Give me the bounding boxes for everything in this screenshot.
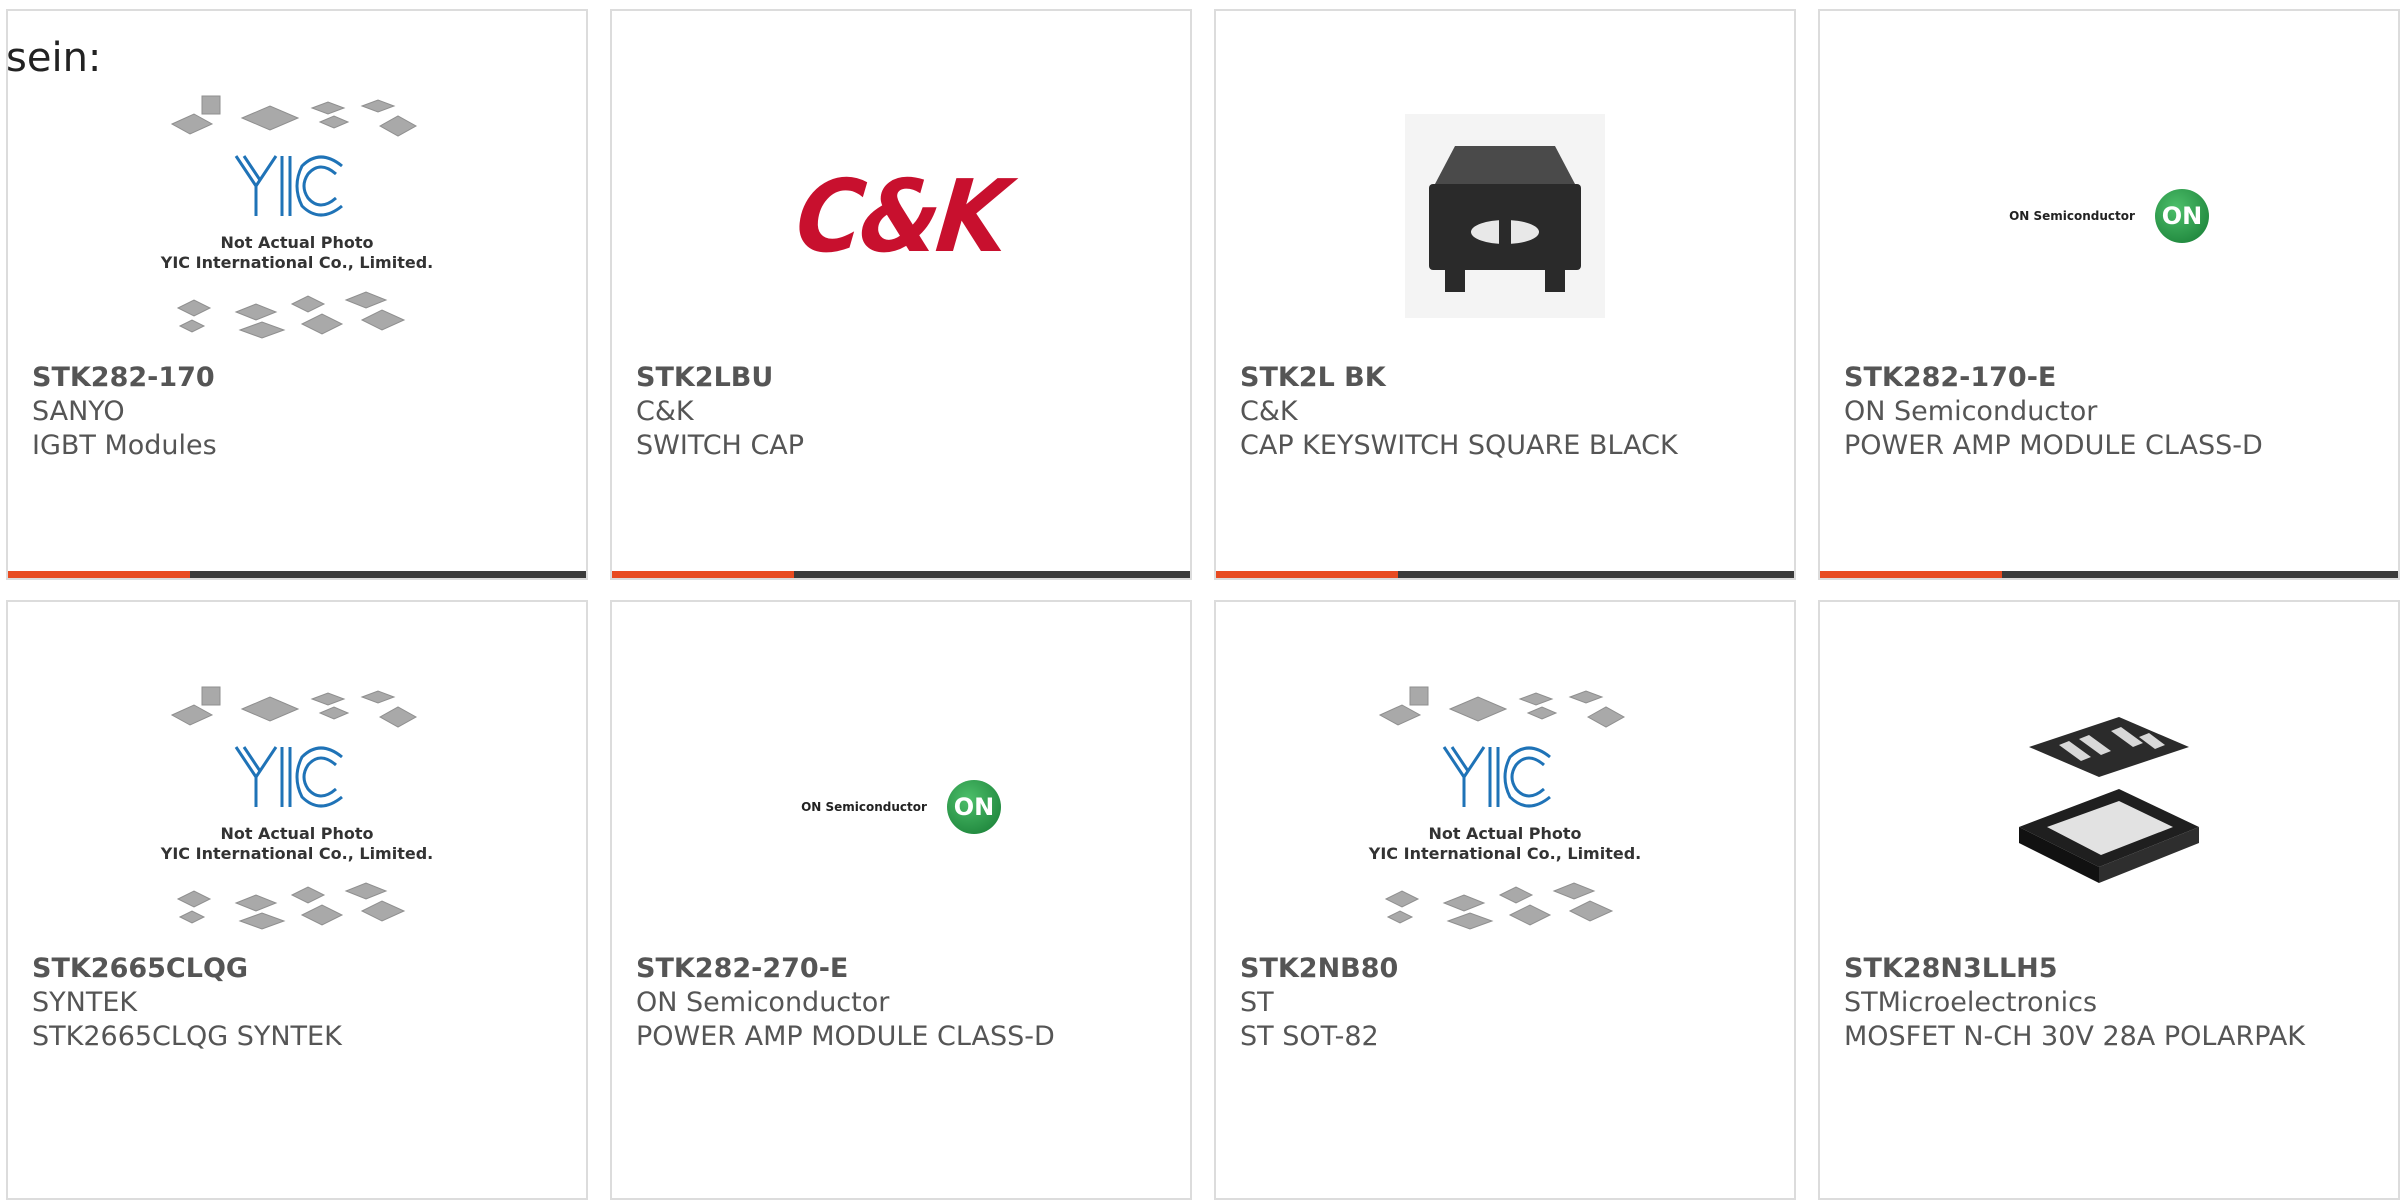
product-card[interactable]: Not Actual Photo YIC International Co., …	[1214, 600, 1796, 1200]
yic-not-actual-photo-icon: Not Actual Photo YIC International Co., …	[160, 95, 433, 339]
product-card[interactable]: ON Semiconductor ON STK282-170-E ON Semi…	[1818, 9, 2400, 580]
card-bottom-bar	[8, 571, 586, 578]
manufacturer: ON Semiconductor	[636, 987, 890, 1018]
product-image[interactable]: C&K	[612, 71, 1190, 361]
product-image[interactable]: ON Semiconductor ON	[1820, 71, 2398, 361]
product-image[interactable]: Not Actual Photo YIC International Co., …	[8, 71, 586, 361]
ck-logo-icon: C&K	[790, 157, 1012, 275]
description: ST SOT-82	[1240, 1021, 1379, 1052]
part-number[interactable]: STK2665CLQG	[32, 952, 570, 986]
image-caption-line2: YIC International Co., Limited.	[160, 844, 433, 863]
part-number[interactable]: STK2NB80	[1240, 952, 1778, 986]
description: STK2665CLQG SYNTEK	[32, 1021, 342, 1052]
card-bottom-bar	[1820, 571, 2398, 578]
product-image[interactable]: Not Actual Photo YIC International Co., …	[1216, 662, 1794, 952]
image-caption-line1: Not Actual Photo	[220, 824, 373, 843]
product-image[interactable]	[1216, 71, 1794, 361]
accent-bar	[1216, 571, 1398, 578]
part-number[interactable]: STK28N3LLH5	[1844, 952, 2382, 986]
product-card[interactable]: Not Actual Photo YIC International Co., …	[6, 600, 588, 1200]
accent-bar	[612, 571, 794, 578]
image-caption-line1: Not Actual Photo	[220, 233, 373, 252]
part-number[interactable]: STK282-170-E	[1844, 361, 2382, 395]
product-card[interactable]: C&K STK2LBU C&K SWITCH CAP	[610, 9, 1192, 580]
description: POWER AMP MODULE CLASS-D	[636, 1021, 1055, 1052]
description: MOSFET N-CH 30V 28A POLARPAK	[1844, 1021, 2306, 1052]
yic-not-actual-photo-icon: Not Actual Photo YIC International Co., …	[160, 686, 433, 930]
manufacturer: SANYO	[32, 396, 125, 427]
product-card[interactable]: ON Semiconductor ON STK282-270-E ON Semi…	[610, 600, 1192, 1200]
part-number[interactable]: STK282-170	[32, 361, 570, 395]
manufacturer: ON Semiconductor	[1844, 396, 2098, 427]
description: SWITCH CAP	[636, 430, 805, 461]
yic-not-actual-photo-icon: Not Actual Photo YIC International Co., …	[1368, 686, 1641, 930]
polarpak-chip-photo-icon	[2019, 717, 2199, 883]
description: IGBT Modules	[32, 430, 217, 461]
manufacturer: C&K	[1240, 396, 1298, 427]
on-semiconductor-logo-icon: ON Semiconductor ON	[801, 780, 1001, 834]
card-bottom-bar	[612, 571, 1190, 578]
image-caption-line1: Not Actual Photo	[1428, 824, 1581, 843]
product-card[interactable]: STK28N3LLH5 STMicroelectronics MOSFET N-…	[1818, 600, 2400, 1200]
manufacturer: STMicroelectronics	[1844, 987, 2098, 1018]
manufacturer: C&K	[636, 396, 694, 427]
image-caption-line2: YIC International Co., Limited.	[1368, 844, 1641, 863]
product-image[interactable]: ON Semiconductor ON	[612, 662, 1190, 952]
product-card[interactable]: STK2L BK C&K CAP KEYSWITCH SQUARE BLACK	[1214, 9, 1796, 580]
description: CAP KEYSWITCH SQUARE BLACK	[1240, 430, 1678, 461]
part-number[interactable]: STK282-270-E	[636, 952, 1174, 986]
accent-bar	[1820, 571, 2002, 578]
manufacturer: SYNTEK	[32, 987, 138, 1018]
black-keycap-photo-icon	[1405, 114, 1605, 318]
part-number[interactable]: STK2LBU	[636, 361, 1174, 395]
product-image[interactable]: Not Actual Photo YIC International Co., …	[8, 662, 586, 952]
description: POWER AMP MODULE CLASS-D	[1844, 430, 2263, 461]
card-bottom-bar	[1216, 571, 1794, 578]
product-card[interactable]: Not Actual Photo YIC International Co., …	[6, 9, 588, 580]
product-image[interactable]	[1820, 662, 2398, 952]
image-caption-line2: YIC International Co., Limited.	[160, 253, 433, 272]
manufacturer: ST	[1240, 987, 1274, 1018]
on-semiconductor-logo-icon: ON Semiconductor ON	[2009, 189, 2209, 243]
part-number[interactable]: STK2L BK	[1240, 361, 1778, 395]
lead-text: sein:	[6, 35, 102, 81]
accent-bar	[8, 571, 190, 578]
